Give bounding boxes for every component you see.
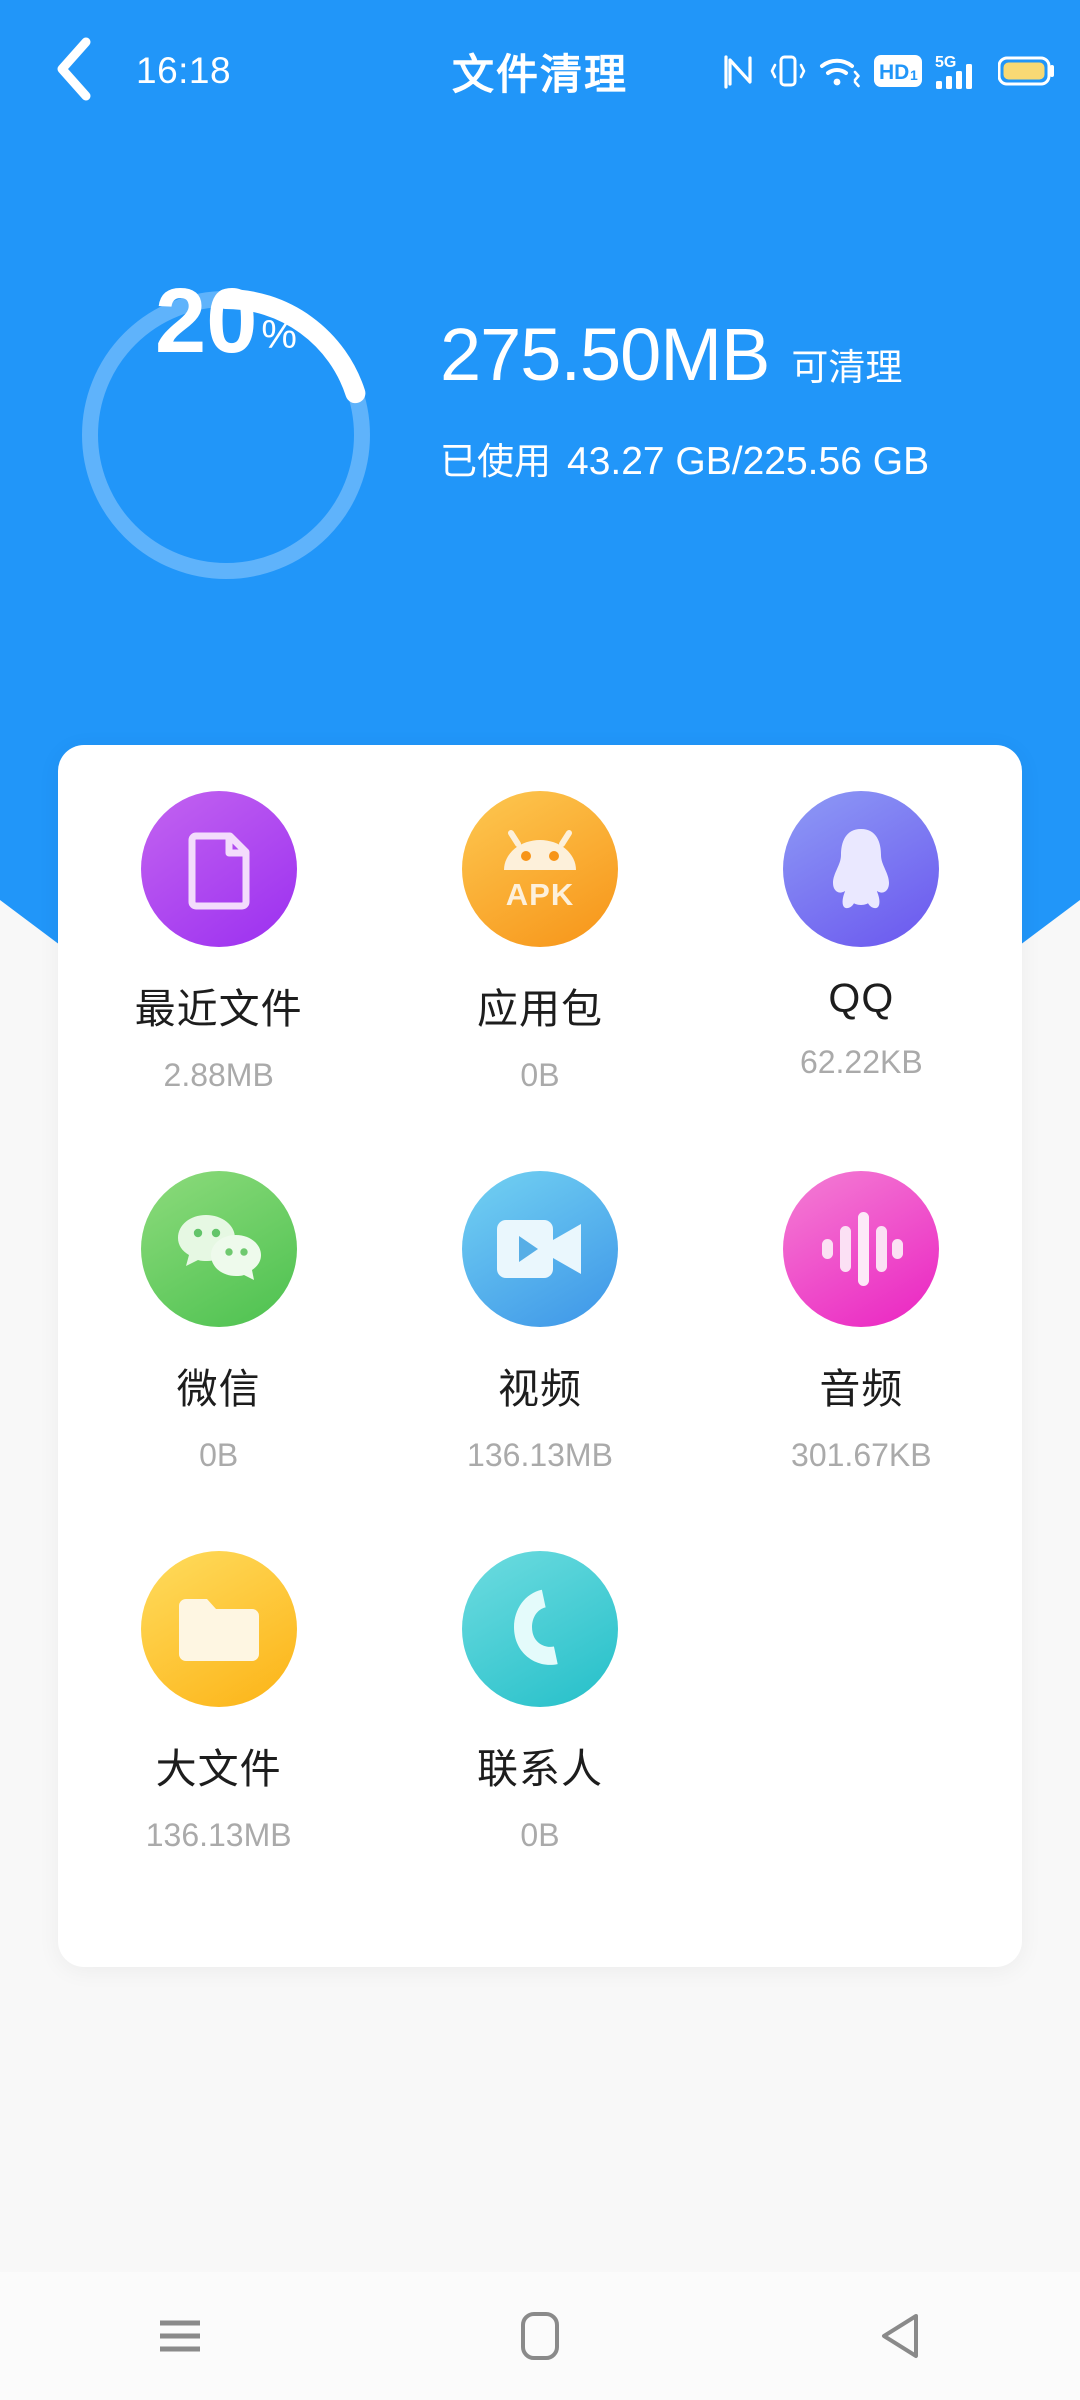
category-item-app-packages[interactable]: APK 应用包 0B bbox=[379, 791, 700, 1171]
category-label: 视频 bbox=[497, 1366, 582, 1412]
category-item-wechat[interactable]: 微信 0B bbox=[58, 1171, 379, 1551]
cleanable-row: 275.50MB 可清理 bbox=[440, 312, 1060, 397]
apk-icon: APK bbox=[461, 791, 618, 947]
category-grid: 最近文件 2.88MB APK 应用包 0B QQ 62.22KB 微信 0B … bbox=[58, 791, 1022, 1931]
storage-percent-text: 20 % bbox=[66, 275, 386, 595]
storage-progress-ring: 20 % bbox=[66, 275, 386, 595]
back-button-nav[interactable] bbox=[810, 2272, 990, 2400]
category-item-audio[interactable]: 音频 301.67KB bbox=[701, 1171, 1022, 1551]
category-item-qq[interactable]: QQ 62.22KB bbox=[701, 791, 1022, 1171]
category-size: 0B bbox=[199, 1437, 239, 1473]
vibrate-icon bbox=[770, 52, 806, 90]
category-size: 136.13MB bbox=[145, 1817, 292, 1853]
category-label: 联系人 bbox=[476, 1746, 603, 1792]
storage-text-block: 275.50MB 可清理 已使用 43.27 GB/225.56 GB bbox=[440, 312, 1060, 485]
category-size: 0B bbox=[520, 1817, 560, 1853]
category-size: 2.88MB bbox=[163, 1057, 274, 1093]
qq-penguin-icon bbox=[783, 791, 940, 947]
category-label: 大文件 bbox=[155, 1746, 282, 1792]
percent-value: 20 bbox=[155, 270, 258, 372]
category-size: 62.22KB bbox=[799, 1044, 923, 1080]
svg-text:APK: APK bbox=[506, 877, 574, 912]
back-triangle-icon bbox=[878, 2311, 922, 2361]
category-item-large-files[interactable]: 大文件 136.13MB bbox=[58, 1551, 379, 1931]
system-navigation-bar bbox=[0, 2272, 1080, 2400]
nfc-icon bbox=[723, 52, 757, 90]
status-icon-group: HD 1 5G bbox=[723, 40, 1056, 102]
video-camera-icon bbox=[461, 1171, 618, 1327]
back-button[interactable] bbox=[26, 37, 122, 102]
category-item-video[interactable]: 视频 136.13MB bbox=[379, 1171, 700, 1551]
used-row: 已使用 43.27 GB/225.56 GB bbox=[440, 431, 1060, 485]
menu-icon bbox=[157, 2318, 203, 2354]
category-label: 最近文件 bbox=[134, 986, 303, 1032]
hd-volte-icon: HD 1 bbox=[874, 55, 922, 87]
category-label: QQ bbox=[828, 975, 895, 1021]
svg-text:HD: HD bbox=[879, 61, 909, 84]
storage-summary: 20 % 275.50MB 可清理 已使用 43.27 GB/225.56 GB bbox=[0, 270, 1080, 600]
category-size: 136.13MB bbox=[467, 1437, 613, 1473]
document-icon bbox=[140, 791, 297, 947]
category-size: 0B bbox=[520, 1057, 560, 1093]
category-label: 应用包 bbox=[476, 986, 603, 1032]
home-icon bbox=[520, 2311, 560, 2361]
category-label: 微信 bbox=[176, 1366, 261, 1412]
file-cleaner-screen: 16:18 文件清理 HD 1 5G 20 % 275.50MB 可清理 已使用… bbox=[0, 0, 1080, 2400]
cleanable-size: 275.50MB bbox=[440, 313, 770, 396]
svg-text:1: 1 bbox=[910, 67, 918, 83]
phone-icon bbox=[461, 1551, 618, 1707]
category-item-contacts[interactable]: 联系人 0B bbox=[379, 1551, 700, 1931]
category-size: 301.67KB bbox=[791, 1437, 932, 1473]
svg-text:5G: 5G bbox=[935, 54, 956, 71]
folder-icon bbox=[140, 1551, 297, 1707]
home-button[interactable] bbox=[450, 2272, 630, 2400]
recents-button[interactable] bbox=[90, 2272, 270, 2400]
category-item-recent-files[interactable]: 最近文件 2.88MB bbox=[58, 791, 379, 1171]
wechat-icon bbox=[140, 1171, 297, 1327]
status-time: 16:18 bbox=[136, 50, 232, 91]
category-label: 音频 bbox=[819, 1366, 904, 1412]
percent-symbol: % bbox=[261, 313, 297, 357]
wifi-icon bbox=[819, 52, 861, 90]
used-value: 43.27 GB/225.56 GB bbox=[567, 440, 930, 483]
signal-5g-icon: 5G bbox=[935, 51, 985, 91]
category-grid-spacer bbox=[701, 1551, 1022, 1931]
audio-wave-icon bbox=[783, 1171, 940, 1327]
battery-icon bbox=[998, 55, 1056, 87]
category-card: 最近文件 2.88MB APK 应用包 0B QQ 62.22KB 微信 0B … bbox=[58, 745, 1022, 1967]
used-label: 已使用 bbox=[440, 441, 551, 482]
chevron-left-icon bbox=[52, 36, 96, 107]
cleanable-label: 可清理 bbox=[791, 347, 903, 388]
